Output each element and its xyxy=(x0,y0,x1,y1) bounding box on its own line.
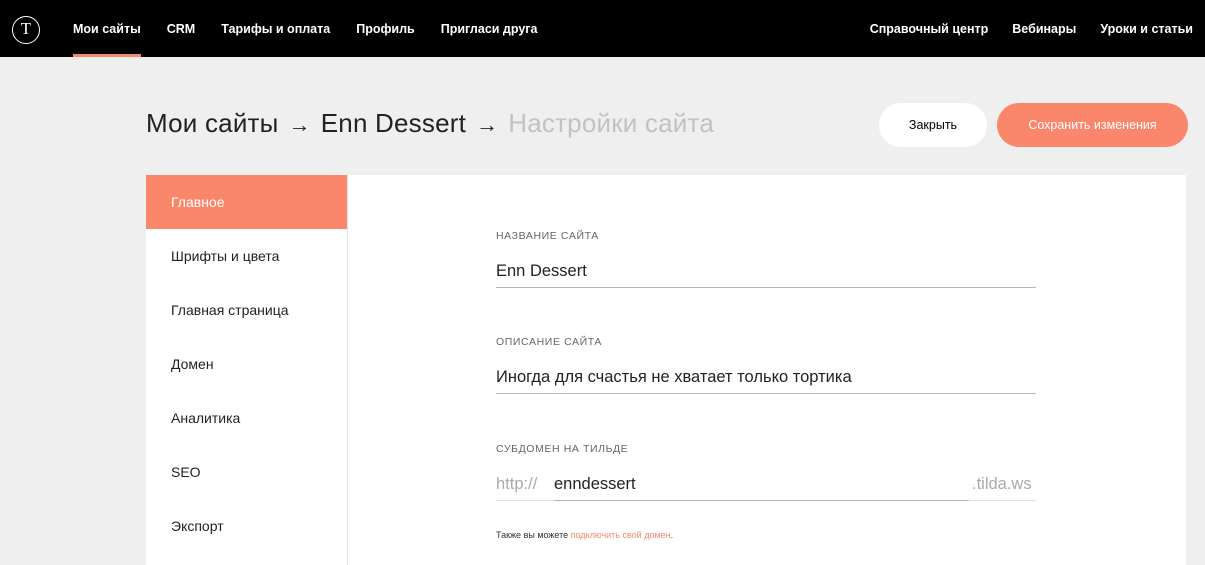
subdomain-input[interactable] xyxy=(554,469,969,501)
sidebar-item-domain[interactable]: Домен xyxy=(146,337,347,391)
save-changes-button[interactable]: Сохранить изменения xyxy=(997,103,1188,147)
nav-item-my-sites[interactable]: Мои сайты xyxy=(60,0,141,57)
hint-text: Также вы можете xyxy=(496,530,571,540)
subdomain-suffix: .tilda.ws xyxy=(972,475,1032,493)
breadcrumb-site[interactable]: Enn Dessert xyxy=(321,108,466,138)
nav-item-plans-billing[interactable]: Тарифы и оплата xyxy=(208,0,343,57)
site-description-input[interactable] xyxy=(496,362,1036,394)
close-button[interactable]: Закрыть xyxy=(879,103,987,147)
subdomain-row: http:// .tilda.ws xyxy=(496,469,1036,501)
nav-item-invite-friend[interactable]: Пригласи друга xyxy=(428,0,551,57)
tilda-logo-icon[interactable]: T xyxy=(12,16,40,44)
site-name-label: НАЗВАНИЕ САЙТА xyxy=(496,230,599,242)
nav-item-webinars[interactable]: Вебинары xyxy=(1000,0,1088,57)
sidebar-item-analytics[interactable]: Аналитика xyxy=(146,391,347,445)
nav-item-crm[interactable]: CRM xyxy=(154,0,208,57)
settings-sidebar: Главное Шрифты и цвета Главная страница … xyxy=(146,175,348,565)
subdomain-field: СУБДОМЕН НА ТИЛЬДЕ http:// .tilda.ws xyxy=(496,443,1036,501)
domain-hint: Также вы можете подключить свой домен. xyxy=(496,530,673,540)
breadcrumb: Мои сайты → Enn Dessert → Настройки сайта xyxy=(146,108,714,139)
sidebar-item-fonts-colors[interactable]: Шрифты и цвета xyxy=(146,229,347,283)
subdomain-prefix: http:// xyxy=(496,475,538,493)
site-name-input[interactable] xyxy=(496,256,1036,288)
nav-item-lessons-articles[interactable]: Уроки и статьи xyxy=(1088,0,1205,57)
settings-panel: НАЗВАНИЕ САЙТА ОПИСАНИЕ САЙТА СУБДОМЕН Н… xyxy=(348,175,1186,565)
nav-item-profile[interactable]: Профиль xyxy=(343,0,428,57)
subdomain-label: СУБДОМЕН НА ТИЛЬДЕ xyxy=(496,443,629,455)
site-description-label: ОПИСАНИЕ САЙТА xyxy=(496,336,603,348)
site-name-field: НАЗВАНИЕ САЙТА xyxy=(496,230,1036,288)
breadcrumb-my-sites[interactable]: Мои сайты xyxy=(146,108,279,138)
sidebar-item-seo[interactable]: SEO xyxy=(146,445,347,499)
breadcrumb-arrow-icon: → xyxy=(288,112,311,137)
top-navigation-bar: T Мои сайты CRM Тарифы и оплата Профиль … xyxy=(0,0,1205,57)
sidebar-item-main[interactable]: Главное xyxy=(146,175,347,229)
nav-item-help-center[interactable]: Справочный центр xyxy=(858,0,1001,57)
connect-domain-link[interactable]: подключить свой домен xyxy=(571,530,671,540)
main-nav: Мои сайты CRM Тарифы и оплата Профиль Пр… xyxy=(60,0,550,57)
breadcrumb-current: Настройки сайта xyxy=(508,108,714,138)
secondary-nav: Справочный центр Вебинары Уроки и статьи xyxy=(858,0,1205,57)
breadcrumb-arrow-icon: → xyxy=(476,112,499,137)
hint-end: . xyxy=(670,530,674,540)
sidebar-item-export[interactable]: Экспорт xyxy=(146,499,347,553)
sidebar-item-home-page[interactable]: Главная страница xyxy=(146,283,347,337)
site-description-field: ОПИСАНИЕ САЙТА xyxy=(496,336,1036,394)
